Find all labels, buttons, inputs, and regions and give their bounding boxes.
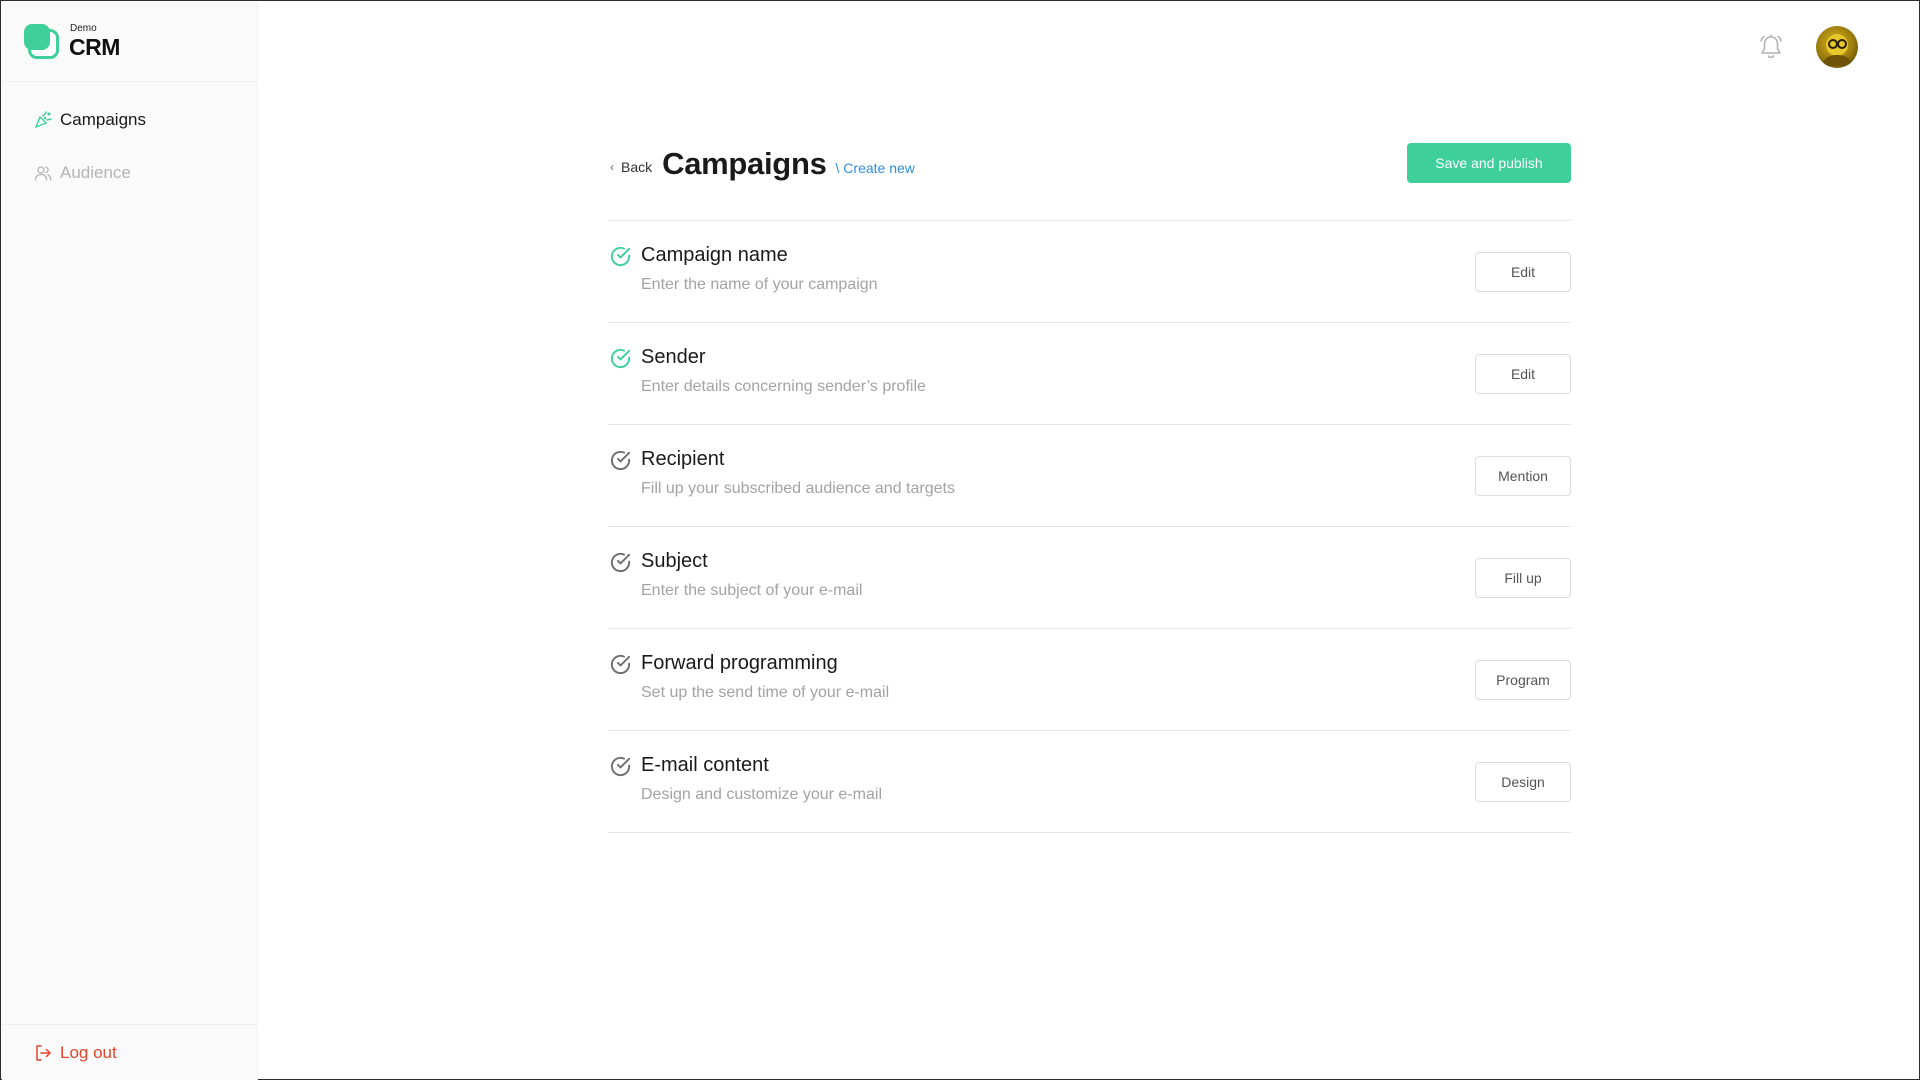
step-title: Campaign name <box>641 244 788 266</box>
check-circle-done-icon <box>609 347 632 370</box>
logo-icon <box>24 23 60 60</box>
sidebar-item-audience[interactable]: Audience <box>2 160 257 186</box>
step-description: Set up the send time of your e-mail <box>641 684 890 701</box>
check-circle-done-icon <box>609 245 632 268</box>
step-email-content: E-mail content Design and customize your… <box>608 731 1571 833</box>
breadcrumb-create-new[interactable]: \ Create new <box>836 160 915 176</box>
step-description: Fill up your subscribed audience and tar… <box>641 480 955 497</box>
main-content: ‹ Back Campaigns \ Create new Save and p… <box>608 141 1571 833</box>
logout-icon <box>34 1044 52 1062</box>
step-description: Enter the subject of your e-mail <box>641 582 863 599</box>
sidebar-item-label: Campaigns <box>60 110 146 129</box>
chevron-left-icon: ‹ <box>610 160 614 174</box>
page-header: ‹ Back Campaigns \ Create new Save and p… <box>608 141 1571 220</box>
check-circle-icon <box>609 653 632 676</box>
campaign-steps-list: Campaign name Enter the name of your cam… <box>608 220 1571 833</box>
avatar[interactable] <box>1816 26 1858 68</box>
sidebar-nav: Campaigns Audience <box>2 82 257 186</box>
step-title: Forward programming <box>641 652 838 674</box>
step-action-button[interactable]: Fill up <box>1475 558 1571 598</box>
logout-button[interactable]: Log out <box>2 1024 257 1080</box>
step-title: E-mail content <box>641 754 769 776</box>
back-label: Back <box>621 159 653 175</box>
step-action-button[interactable]: Program <box>1475 660 1571 700</box>
bell-icon[interactable] <box>1758 33 1784 61</box>
step-title: Sender <box>641 346 706 368</box>
users-icon <box>34 164 52 182</box>
back-button[interactable]: ‹ Back <box>608 159 652 175</box>
step-description: Design and customize your e-mail <box>641 786 882 803</box>
step-title: Recipient <box>641 448 725 470</box>
step-action-button[interactable]: Edit <box>1475 252 1571 292</box>
logo-small-text: Demo <box>70 23 97 34</box>
save-and-publish-button[interactable]: Save and publish <box>1407 143 1571 183</box>
sidebar: Demo CRM Campaigns Audience Log out <box>2 2 258 1080</box>
step-action-button[interactable]: Mention <box>1475 456 1571 496</box>
check-circle-icon <box>609 551 632 574</box>
sidebar-item-campaigns[interactable]: Campaigns <box>2 107 257 133</box>
logout-label: Log out <box>60 1042 117 1062</box>
logo[interactable]: Demo CRM <box>2 2 257 82</box>
step-title: Subject <box>641 550 708 572</box>
step-description: Enter details concerning sender’s profil… <box>641 378 926 395</box>
app-window: Demo CRM Campaigns Audience Log out ‹ Ba… <box>0 0 1920 1080</box>
page-title: Campaigns <box>662 146 827 181</box>
check-circle-icon <box>609 449 632 472</box>
step-forward-programming: Forward programming Set up the send time… <box>608 629 1571 731</box>
step-recipient: Recipient Fill up your subscribed audien… <box>608 425 1571 527</box>
step-action-button[interactable]: Design <box>1475 762 1571 802</box>
step-description: Enter the name of your campaign <box>641 276 878 293</box>
sidebar-item-label: Audience <box>60 163 131 182</box>
step-action-button[interactable]: Edit <box>1475 354 1571 394</box>
step-subject: Subject Enter the subject of your e-mail… <box>608 527 1571 629</box>
check-circle-icon <box>609 755 632 778</box>
step-sender: Sender Enter details concerning sender’s… <box>608 323 1571 425</box>
step-campaign-name: Campaign name Enter the name of your cam… <box>608 221 1571 323</box>
confetti-icon <box>34 111 52 129</box>
logo-text: CRM <box>69 34 120 60</box>
